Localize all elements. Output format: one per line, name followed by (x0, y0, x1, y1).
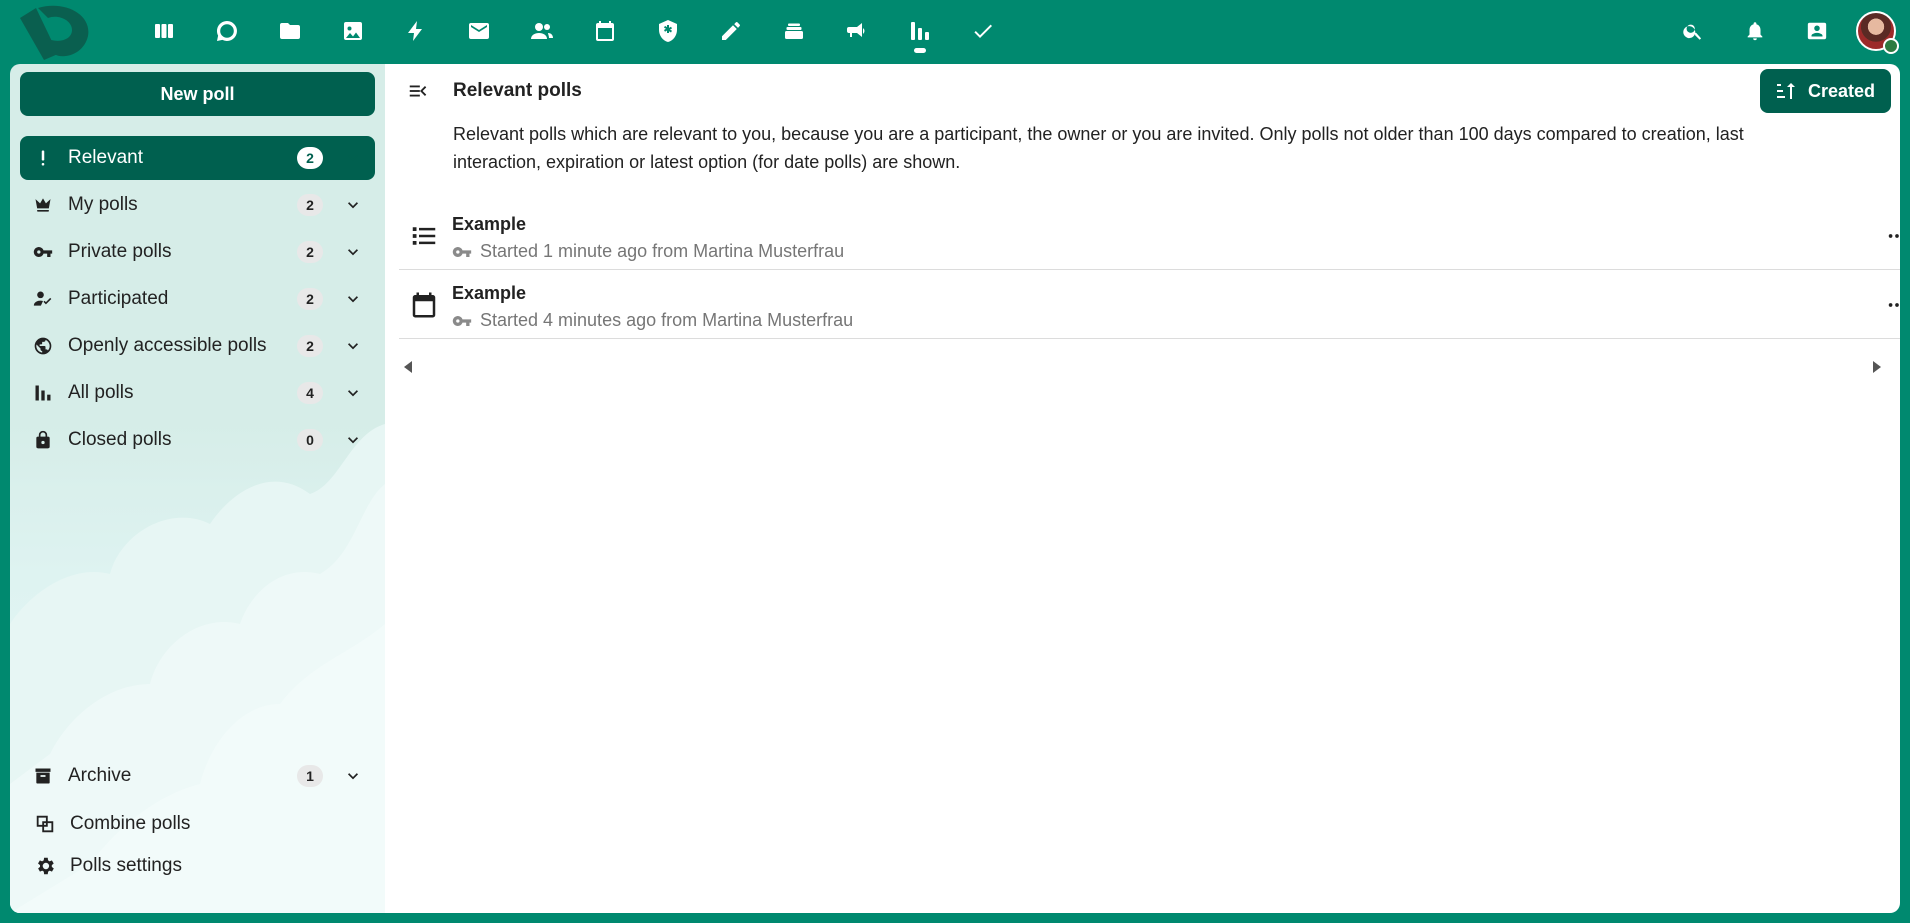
sidebar-item-participated[interactable]: Participated 2 (20, 277, 375, 321)
combine-icon (34, 813, 56, 835)
earth-icon (32, 335, 54, 357)
sidebar-item-my-polls[interactable]: My polls 2 (20, 183, 375, 227)
gear-icon (34, 855, 56, 877)
contacts-icon[interactable] (510, 0, 573, 62)
polls-icon[interactable] (888, 0, 951, 62)
sidebar-item-label: Archive (68, 765, 132, 786)
scroll-right-arrow[interactable] (1873, 361, 1881, 373)
notes-icon[interactable] (699, 0, 762, 62)
header-bar (0, 0, 1910, 62)
app-content: Relevant polls Created Relevant polls wh… (385, 64, 1900, 913)
sidebar-item-label: Private polls (68, 241, 172, 262)
user-avatar[interactable] (1856, 11, 1899, 54)
lock-icon (32, 429, 54, 451)
sidebar-item-relevant[interactable]: Relevant 2 (20, 136, 375, 180)
poll-meta: Started 1 minute ago from Martina Muster… (452, 241, 844, 262)
scroll-left-arrow[interactable] (404, 361, 412, 373)
chevron-down-icon[interactable] (343, 289, 363, 309)
combine-polls-label: Combine polls (70, 813, 191, 834)
sidebar-item-private-polls[interactable]: Private polls 2 (20, 230, 375, 274)
notifications-icon[interactable] (1724, 0, 1786, 62)
navigation-toggle-icon[interactable] (403, 76, 433, 106)
polls-settings-label: Polls settings (70, 855, 182, 876)
chevron-down-icon[interactable] (343, 430, 363, 450)
sidebar-item-closed-polls[interactable]: Closed polls 0 (20, 418, 375, 462)
user-status-indicator (1883, 38, 1899, 54)
sort-button[interactable]: Created (1759, 69, 1891, 113)
more-actions-icon[interactable] (1882, 221, 1900, 251)
sidebar-item-label: Participated (68, 288, 169, 309)
more-actions-icon[interactable] (1882, 290, 1900, 320)
poll-list: Example Started 1 minute ago from Martin… (399, 201, 1900, 339)
poll-item[interactable]: Example Started 4 minutes ago from Marti… (399, 270, 1900, 339)
app-container: New poll Relevant 2 My polls 2 Private p… (10, 64, 1900, 913)
sort-ascending-icon (1776, 83, 1795, 99)
count-badge: 2 (297, 241, 323, 263)
activity-icon[interactable] (384, 0, 447, 62)
combine-polls-link[interactable]: Combine polls (20, 803, 375, 845)
deck-icon[interactable] (762, 0, 825, 62)
chevron-down-icon[interactable] (343, 766, 363, 786)
chevron-down-icon[interactable] (343, 242, 363, 262)
poll-meta-text: Started 1 minute ago from Martina Muster… (480, 241, 845, 261)
contacts-menu-icon[interactable] (1786, 0, 1848, 62)
page-title: Relevant polls (453, 80, 582, 101)
poll-title: Example (452, 214, 527, 234)
chevron-down-icon[interactable] (343, 195, 363, 215)
nextcloud-logo[interactable] (18, 4, 96, 60)
date-poll-icon (409, 290, 439, 320)
exclamation-icon (32, 147, 54, 169)
sidebar-item-archive[interactable]: Archive 1 (20, 754, 375, 798)
sidebar-item-all-polls[interactable]: All polls 4 (20, 371, 375, 415)
count-badge: 2 (297, 194, 323, 216)
photos-icon[interactable] (321, 0, 384, 62)
key-icon (32, 241, 54, 263)
count-badge: 1 (297, 765, 323, 787)
chevron-down-icon[interactable] (343, 336, 363, 356)
sidebar-item-label: All polls (68, 382, 134, 403)
poll-title: Example (452, 283, 527, 303)
app-menu (132, 0, 1014, 62)
mail-icon[interactable] (447, 0, 510, 62)
tasks-icon[interactable] (951, 0, 1014, 62)
search-icon[interactable] (1662, 0, 1724, 62)
header-right (1662, 0, 1910, 62)
poll-meta: Started 4 minutes ago from Martina Muste… (452, 310, 853, 331)
chevron-down-icon[interactable] (343, 383, 363, 403)
count-badge: 2 (297, 288, 323, 310)
bar-chart-icon (32, 382, 54, 404)
app-navigation: New poll Relevant 2 My polls 2 Private p… (10, 64, 385, 913)
files-icon[interactable] (258, 0, 321, 62)
passwords-icon[interactable] (636, 0, 699, 62)
key-icon (452, 246, 472, 257)
dashboard-icon[interactable] (132, 0, 195, 62)
crown-icon (32, 194, 54, 216)
key-icon (452, 315, 472, 326)
polls-settings-link[interactable]: Polls settings (20, 845, 375, 887)
calendar-icon[interactable] (573, 0, 636, 62)
sidebar-item-openly-accessible[interactable]: Openly accessible polls 2 (20, 324, 375, 368)
announcements-icon[interactable] (825, 0, 888, 62)
archive-icon (32, 765, 54, 787)
poll-meta-text: Started 4 minutes ago from Martina Muste… (480, 310, 854, 330)
sidebar-item-label: Closed polls (68, 429, 172, 450)
sidebar-item-label: Openly accessible polls (68, 335, 267, 356)
chevron-down-icon[interactable] (343, 148, 363, 168)
count-badge: 2 (297, 147, 323, 169)
account-check-icon (32, 288, 54, 310)
count-badge: 0 (297, 429, 323, 451)
page-description: Relevant polls which are relevant to you… (453, 124, 1744, 172)
poll-filter-list: Relevant 2 My polls 2 Private polls 2 Pa… (20, 136, 375, 465)
sidebar-footer: Archive 1 Combine polls Polls settings (20, 754, 375, 887)
sort-label: Created (1807, 80, 1875, 101)
sidebar-item-label: My polls (68, 194, 138, 215)
text-poll-icon (409, 221, 439, 251)
new-poll-button[interactable]: New poll (20, 72, 375, 116)
sidebar-item-label: Relevant (68, 147, 143, 168)
count-badge: 2 (297, 335, 323, 357)
poll-item[interactable]: Example Started 1 minute ago from Martin… (399, 201, 1900, 270)
count-badge: 4 (297, 382, 323, 404)
talk-icon[interactable] (195, 0, 258, 62)
